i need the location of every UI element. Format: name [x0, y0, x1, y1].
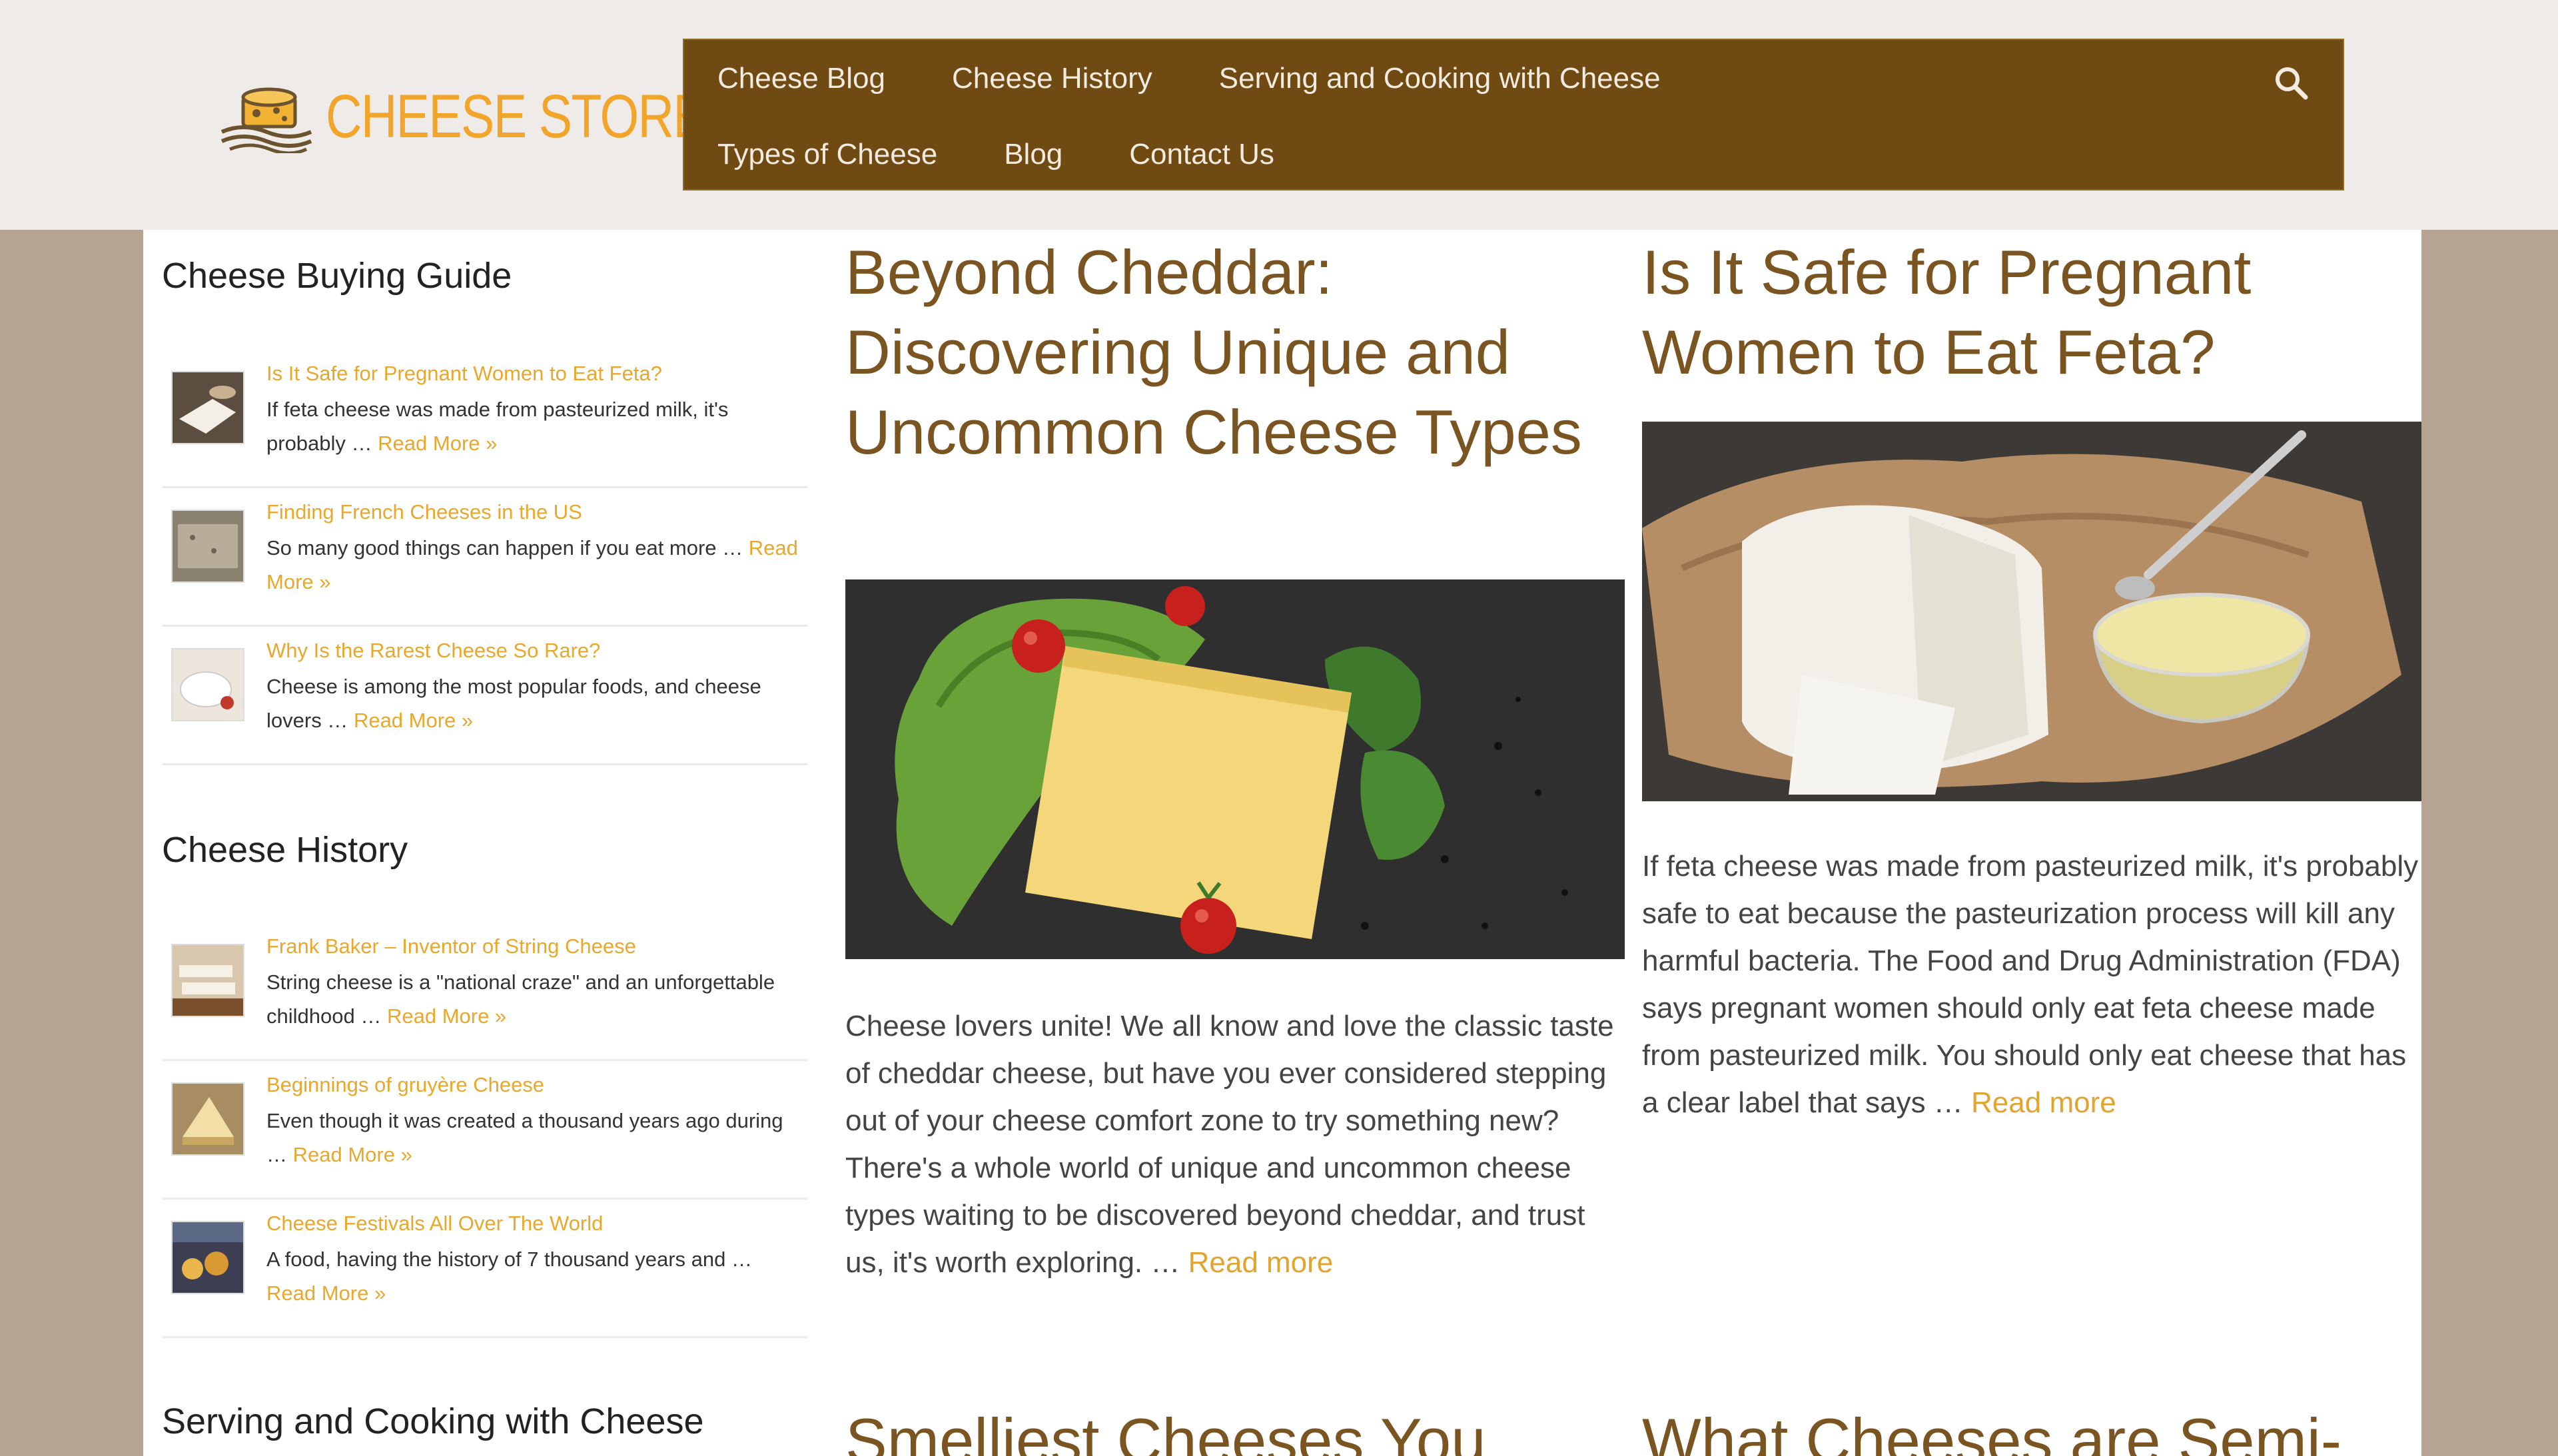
sidebar-post-excerpt: Even though it was created a thousand ye…	[266, 1109, 783, 1166]
post-featured-image[interactable]	[845, 579, 1625, 959]
sidebar-post-item: Why Is the Rarest Cheese So Rare? Cheese…	[162, 627, 808, 765]
post-thumbnail[interactable]	[171, 648, 244, 721]
post-title[interactable]: Smelliest Cheeses You	[845, 1401, 1625, 1456]
post-featured-image[interactable]	[1642, 422, 2421, 801]
read-more-link[interactable]: Read More »	[293, 1143, 412, 1166]
post-thumbnail[interactable]	[171, 510, 244, 583]
sidebar-post-item: Finding French Cheeses in the US So many…	[162, 488, 808, 627]
sidebar-post-link[interactable]: Finding French Cheeses in the US	[266, 499, 582, 526]
post-thumbnail[interactable]	[171, 944, 244, 1017]
site-logo[interactable]: CHEESE STORE	[216, 73, 707, 160]
post-thumbnail[interactable]	[171, 1221, 244, 1294]
post-excerpt: If feta cheese was made from pasteurized…	[1642, 850, 2419, 1119]
sidebar-post-excerpt: Cheese is among the most popular foods, …	[266, 675, 761, 732]
read-more-link[interactable]: Read more	[1971, 1086, 2116, 1119]
read-more-link[interactable]: Read More »	[354, 709, 473, 732]
widget-title-buying-guide: Cheese Buying Guide	[162, 256, 512, 296]
sidebar-post-excerpt: A food, having the history of 7 thousand…	[266, 1248, 752, 1305]
widget-title-cheese-history: Cheese History	[162, 830, 408, 870]
nav-item-serving-cooking[interactable]: Serving and Cooking with Cheese	[1219, 61, 1661, 96]
sidebar-post-excerpt: If feta cheese was made from pasteurized…	[266, 398, 729, 455]
post-excerpt: Cheese lovers unite! We all know and lov…	[845, 1010, 1614, 1279]
sidebar-post-link[interactable]: Beginnings of gruyère Cheese	[266, 1072, 544, 1098]
sidebar-post-excerpt: So many good things can happen if you ea…	[266, 536, 798, 593]
sidebar-post-excerpt: String cheese is a "national craze" and …	[266, 970, 775, 1028]
widget-title-serving-cooking: Serving and Cooking with Cheese	[162, 1401, 704, 1441]
post-thumbnail[interactable]	[171, 1082, 244, 1156]
nav-item-contact-us[interactable]: Contact Us	[1129, 137, 1274, 172]
post-title[interactable]: Beyond Cheddar: Discovering Unique and U…	[845, 232, 1605, 472]
nav-item-cheese-blog[interactable]: Cheese Blog	[717, 61, 885, 96]
site-header: CHEESE STORE Cheese Blog Cheese History …	[0, 0, 2558, 230]
sidebar-post-link[interactable]: Cheese Festivals All Over The World	[266, 1210, 603, 1237]
nav-item-types-of-cheese[interactable]: Types of Cheese	[717, 137, 937, 172]
sidebar-post-item: Frank Baker – Inventor of String Cheese …	[162, 922, 808, 1061]
sidebar-post-link[interactable]: Frank Baker – Inventor of String Cheese	[266, 933, 636, 960]
nav-row-2: Types of Cheese Blog Contact Us	[717, 137, 1341, 172]
sidebar-post-item: Beginnings of gruyère Cheese Even though…	[162, 1061, 808, 1200]
sidebar-post-link[interactable]: Why Is the Rarest Cheese So Rare?	[266, 637, 600, 664]
post-title[interactable]: What Cheeses are Semi-	[1642, 1401, 2421, 1456]
main-navigation: Cheese Blog Cheese History Serving and C…	[683, 39, 2344, 190]
logo-text: CHEESE STORE	[326, 83, 707, 151]
read-more-link[interactable]: Read More »	[266, 1281, 386, 1305]
read-more-link[interactable]: Read More »	[378, 432, 497, 455]
nav-item-blog[interactable]: Blog	[1004, 137, 1063, 172]
read-more-link[interactable]: Read more	[1188, 1246, 1334, 1279]
post-title[interactable]: Is It Safe for Pregnant Women to Eat Fet…	[1642, 232, 2408, 392]
search-icon[interactable]	[2271, 63, 2311, 103]
nav-row-1: Cheese Blog Cheese History Serving and C…	[717, 61, 1727, 96]
sidebar-post-link[interactable]: Is It Safe for Pregnant Women to Eat Fet…	[266, 360, 662, 387]
cheese-logo-icon	[220, 87, 312, 153]
nav-item-cheese-history[interactable]: Cheese History	[952, 61, 1152, 96]
post-thumbnail[interactable]	[171, 371, 244, 444]
sidebar-post-item: Cheese Festivals All Over The World A fo…	[162, 1200, 808, 1338]
sidebar-post-item: Is It Safe for Pregnant Women to Eat Fet…	[162, 350, 808, 488]
read-more-link[interactable]: Read More »	[387, 1004, 506, 1028]
main-content: Cheese Buying Guide Is It Safe for Pregn…	[143, 230, 2421, 1456]
